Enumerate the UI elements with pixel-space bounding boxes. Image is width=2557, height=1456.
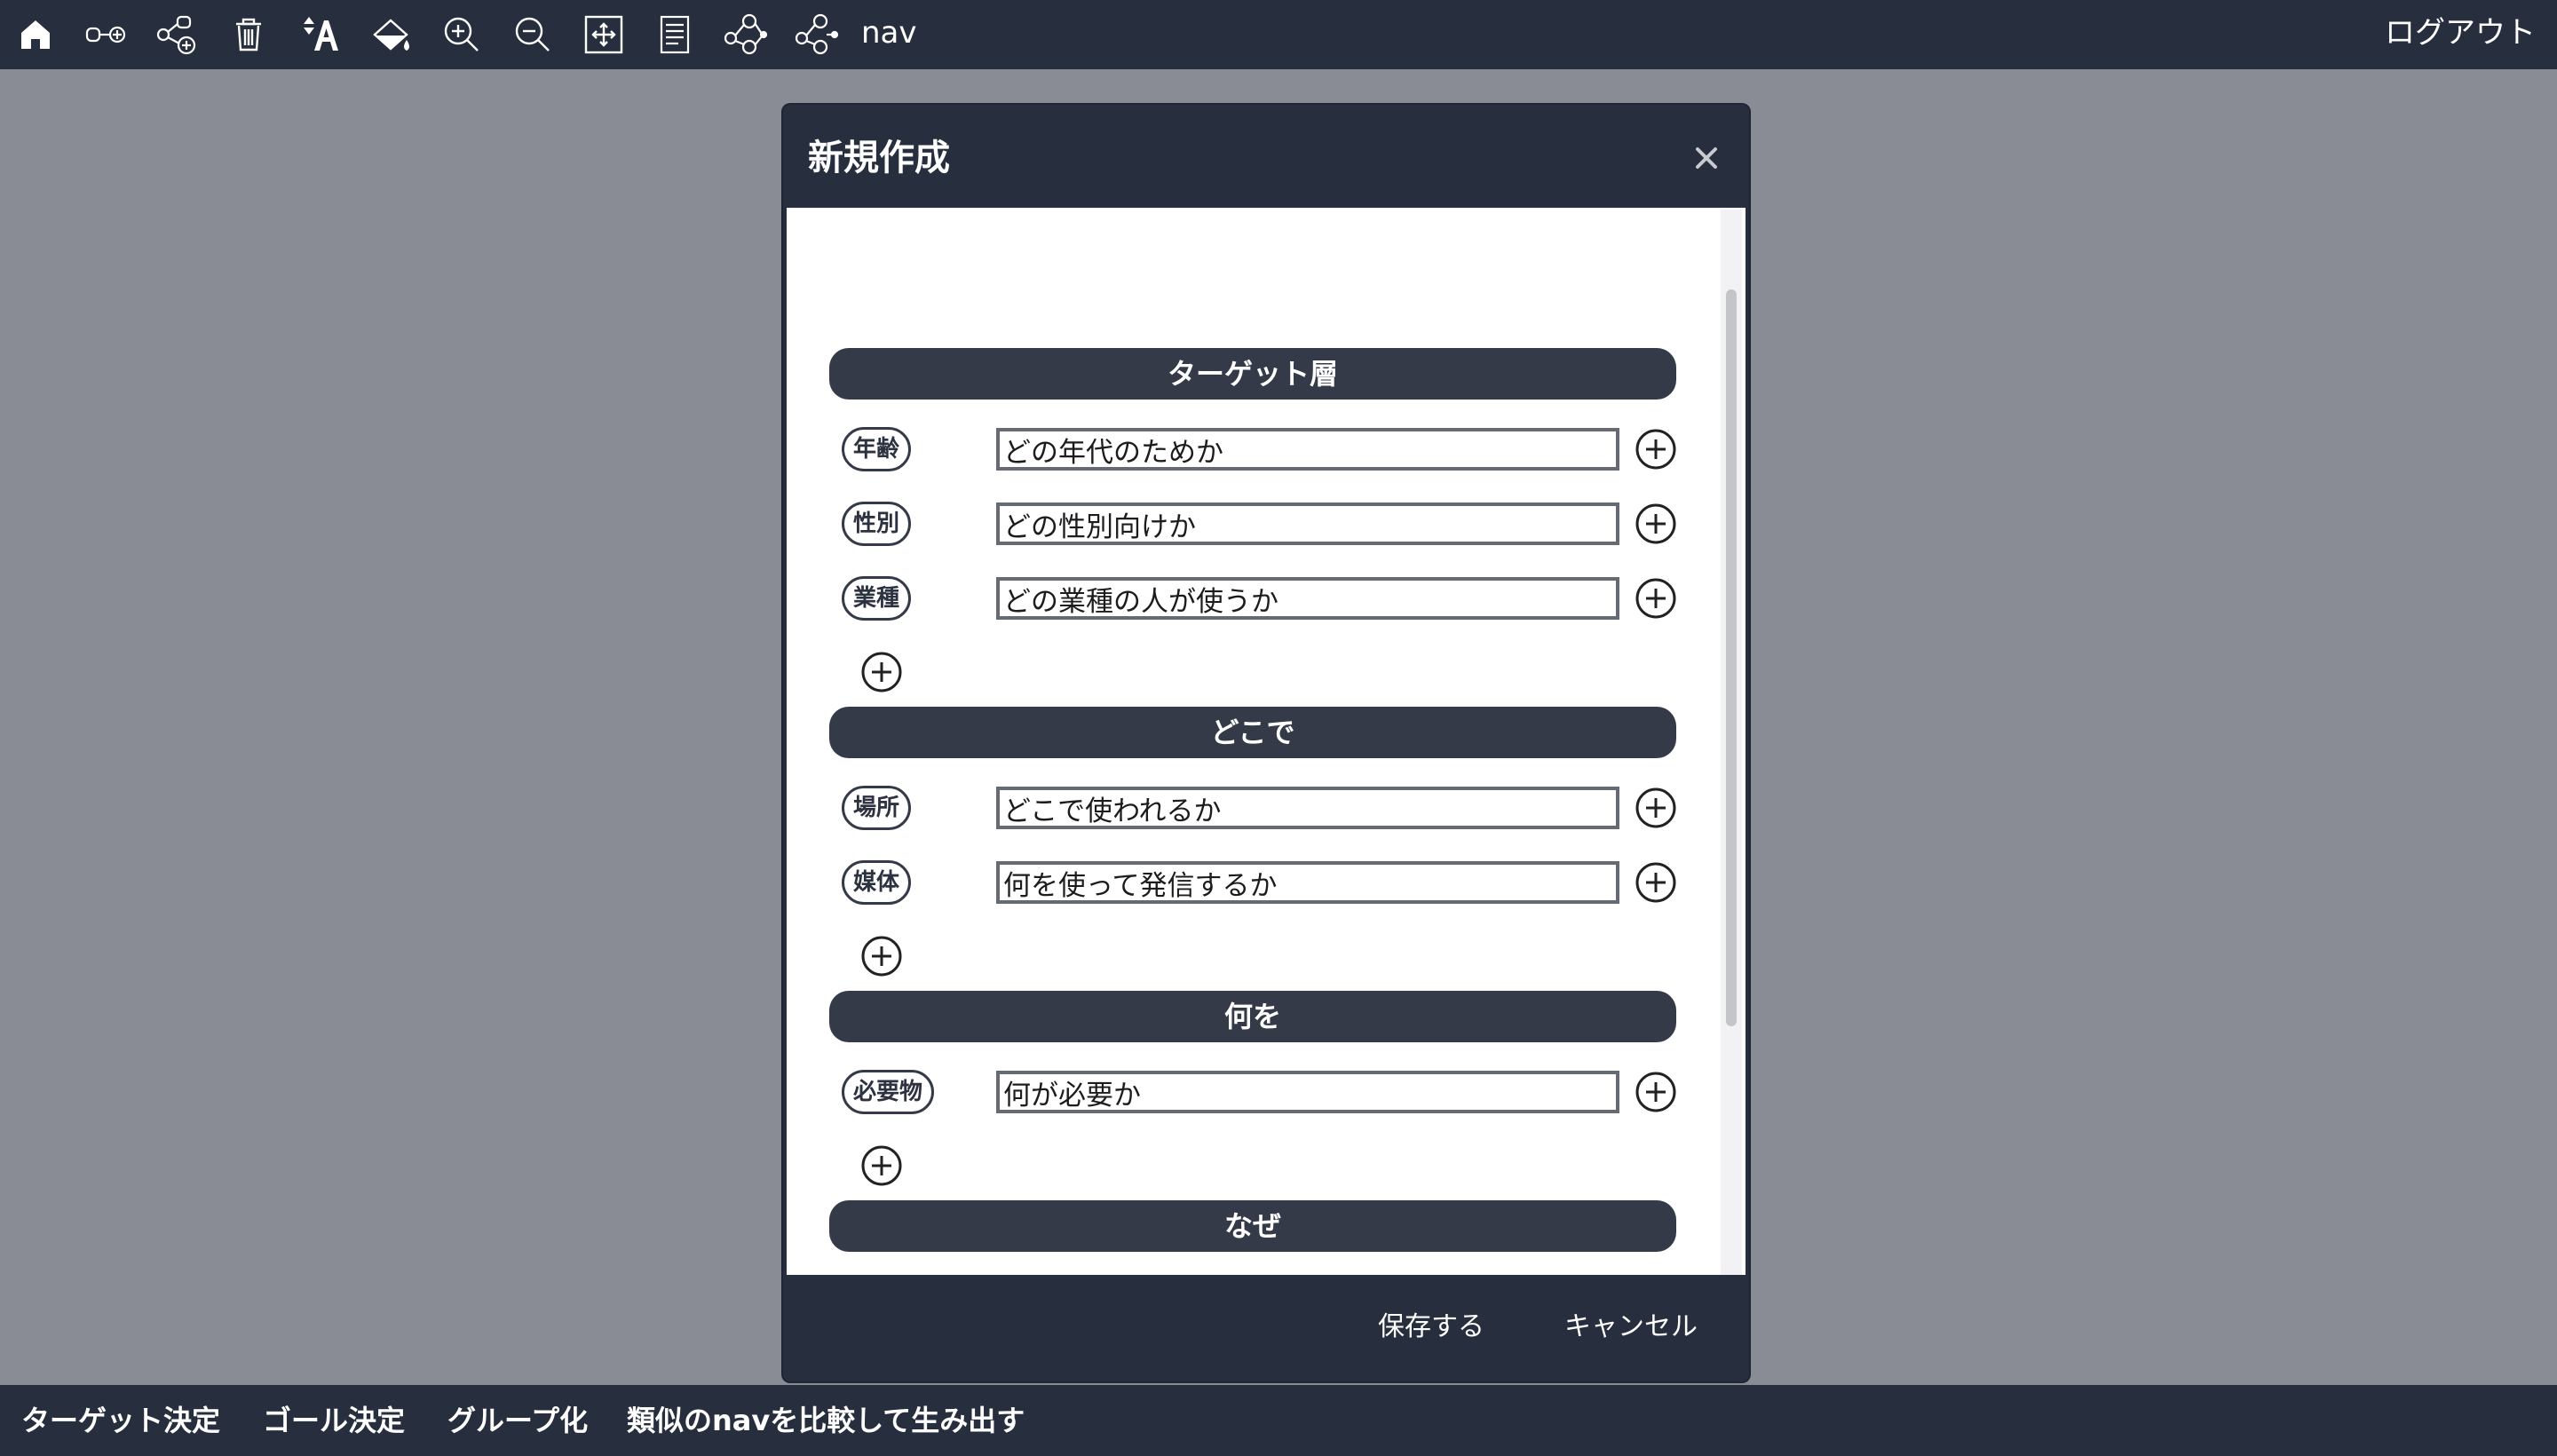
- necessity-field[interactable]: [996, 1071, 1619, 1113]
- goal-decision-button[interactable]: ゴール決定: [263, 1401, 405, 1440]
- tag-age: 年齢: [842, 427, 912, 471]
- link-nodes-icon[interactable]: [83, 12, 130, 58]
- zoom-in-icon[interactable]: [439, 12, 485, 58]
- add-row-plus-icon[interactable]: [1634, 502, 1678, 546]
- trash-icon[interactable]: [226, 12, 272, 58]
- logout-button[interactable]: ログアウト: [2385, 12, 2536, 53]
- add-row-plus-icon[interactable]: [1634, 860, 1678, 905]
- add-node-icon[interactable]: [154, 12, 201, 58]
- section-header-why: なぜ: [829, 1200, 1676, 1252]
- target-decision-button[interactable]: ターゲット決定: [21, 1401, 220, 1440]
- add-item-plus-icon[interactable]: [859, 934, 904, 978]
- dialog-footer: 保存する キャンセル: [783, 1275, 1749, 1381]
- dialog-body[interactable]: ターゲット層 年齢 性別 業種 どこで 場所 媒体: [787, 208, 1746, 1378]
- add-row-plus-icon[interactable]: [1634, 427, 1678, 471]
- gender-field[interactable]: [996, 502, 1619, 545]
- add-row-plus-icon[interactable]: [1634, 786, 1678, 830]
- industry-field[interactable]: [996, 577, 1619, 620]
- home-icon[interactable]: [12, 12, 59, 58]
- branch-out-icon[interactable]: [723, 12, 769, 58]
- place-field[interactable]: [996, 787, 1619, 829]
- scrollbar-thumb[interactable]: [1726, 289, 1737, 1026]
- section-header-where: どこで: [829, 707, 1676, 758]
- add-row-plus-icon[interactable]: [1634, 1070, 1678, 1114]
- nav-label[interactable]: nav: [861, 12, 917, 53]
- grouping-button[interactable]: グループ化: [447, 1401, 588, 1440]
- add-item-plus-icon[interactable]: [859, 650, 904, 694]
- save-button[interactable]: 保存する: [1378, 1309, 1484, 1346]
- tag-media: 媒体: [842, 860, 912, 905]
- text-style-icon[interactable]: [297, 12, 343, 58]
- branch-in-icon[interactable]: [794, 12, 840, 58]
- document-icon[interactable]: [652, 12, 698, 58]
- section-header-target: ターゲット層: [829, 348, 1676, 400]
- section-header-what: 何を: [829, 991, 1676, 1042]
- fill-color-icon[interactable]: [368, 12, 414, 58]
- add-item-plus-icon[interactable]: [859, 1143, 904, 1188]
- cancel-button[interactable]: キャンセル: [1564, 1309, 1698, 1346]
- media-field[interactable]: [996, 861, 1619, 904]
- tag-place: 場所: [842, 786, 912, 830]
- compare-similar-nav-button[interactable]: 類似のnavを比較して生み出す: [627, 1401, 1025, 1440]
- zoom-out-icon[interactable]: [510, 12, 556, 58]
- fit-view-icon[interactable]: [581, 12, 627, 58]
- new-create-dialog: 新規作成 ターゲット層 年齢 性別 業種 どこで 場所 媒体: [783, 105, 1749, 1381]
- top-toolbar: nav ログアウト: [0, 0, 2557, 69]
- bottom-toolbar: ターゲット決定 ゴール決定 グループ化 類似のnavを比較して生み出す: [0, 1385, 2557, 1456]
- dialog-title: 新規作成: [808, 138, 950, 178]
- close-icon[interactable]: [1689, 140, 1724, 176]
- age-field[interactable]: [996, 428, 1619, 471]
- tag-gender: 性別: [842, 502, 912, 546]
- tag-industry: 業種: [842, 576, 912, 621]
- add-row-plus-icon[interactable]: [1634, 576, 1678, 621]
- tag-necessity: 必要物: [842, 1070, 935, 1114]
